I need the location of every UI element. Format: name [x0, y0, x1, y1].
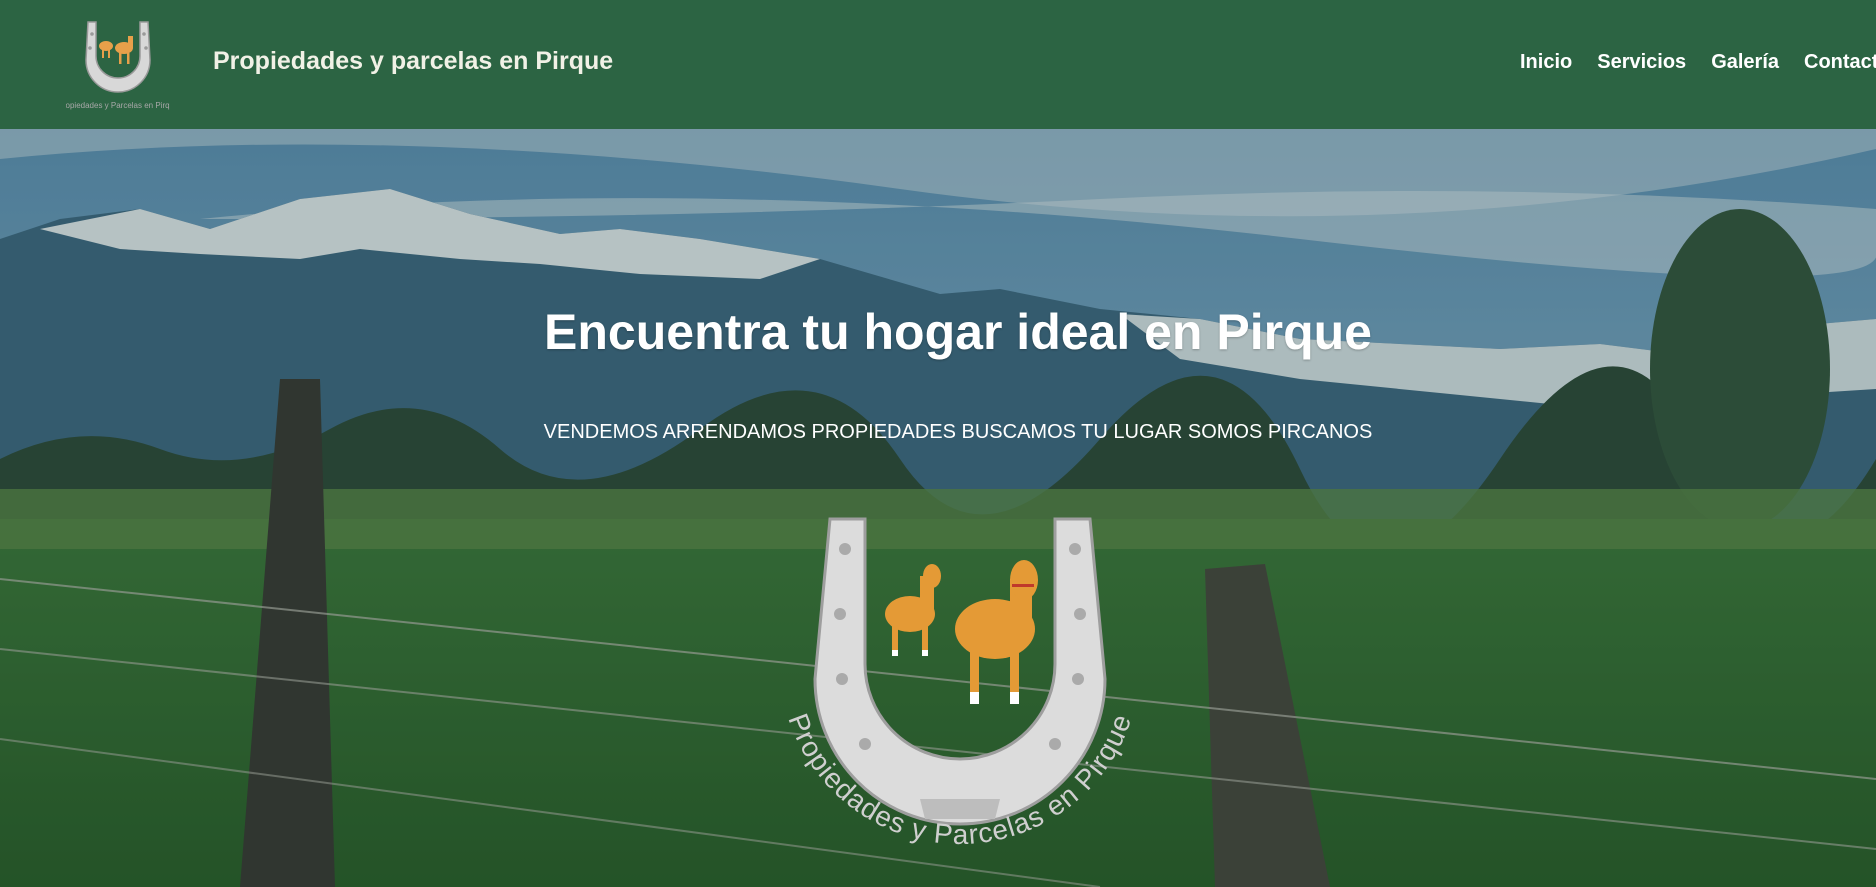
svg-text:Propiedades y Parcelas en Pirq: Propiedades y Parcelas en Pirque — [66, 101, 170, 110]
horseshoe-horses-logo: Propiedades y Parcelas en Pirque — [782, 517, 1137, 850]
nav-item-contacto[interactable]: Contacto — [1804, 51, 1876, 74]
nav-item-galeria[interactable]: Galería — [1711, 51, 1779, 74]
hero-title: Encuentra tu hogar ideal en Pirque — [544, 304, 1372, 360]
site-title[interactable]: Propiedades y parcelas en Pirque — [213, 47, 613, 76]
nav-item-servicios[interactable]: Servicios — [1597, 51, 1686, 74]
hero-subtitle: VENDEMOS ARRENDAMOS PROPIEDADES BUSCAMOS… — [543, 421, 1373, 443]
top-navbar: Propiedades y Parcelas en Pirque Propied… — [0, 0, 1876, 129]
nav-item-inicio[interactable]: Inicio — [1520, 51, 1572, 74]
hero-section: Encuentra tu hogar ideal en Pirque VENDE… — [0, 129, 1876, 887]
horseshoe-logo-icon[interactable]: Propiedades y Parcelas en Pirque — [66, 16, 170, 116]
main-nav: Inicio Servicios Galería Contacto — [1520, 51, 1876, 74]
